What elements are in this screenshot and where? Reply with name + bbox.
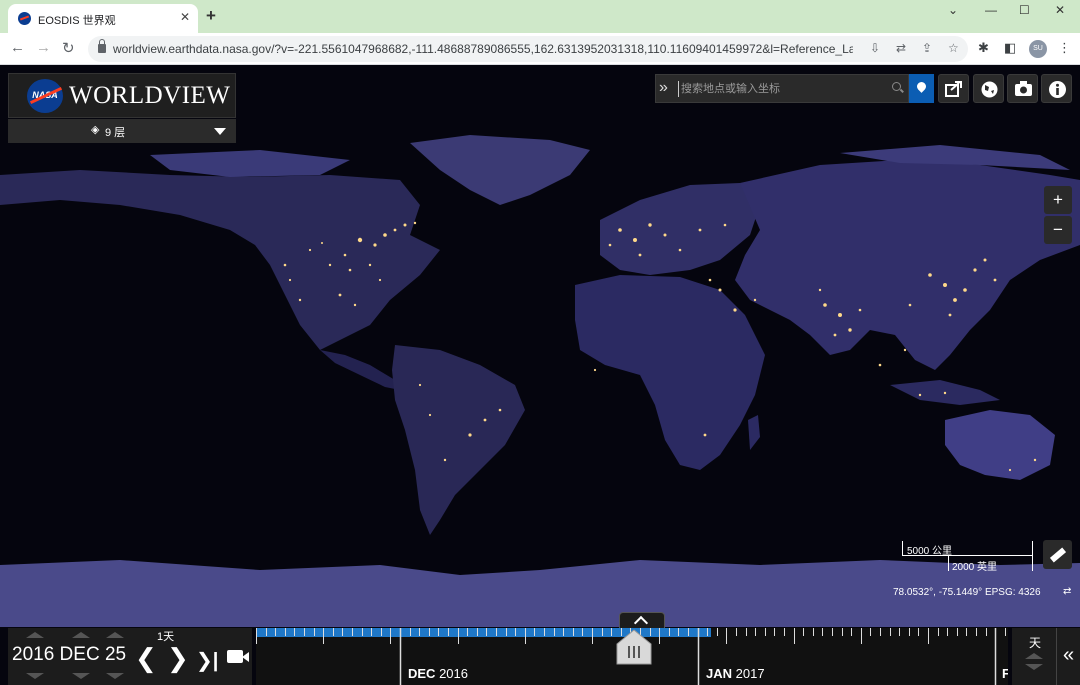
back-button[interactable]: ← [10, 39, 25, 56]
globe-icon [981, 81, 998, 98]
step-interval-label[interactable]: 1天 [157, 628, 174, 644]
worldview-header[interactable]: NASA WORLDVIEW [8, 73, 236, 118]
day-up-arrow[interactable] [106, 632, 124, 638]
month-label-dec-2016: DEC 2016 [408, 666, 468, 681]
skip-to-latest-button[interactable]: ❯| [196, 648, 218, 674]
next-day-button[interactable]: ❯ [167, 645, 189, 671]
previous-day-button[interactable]: ❮ [135, 645, 157, 671]
share-icon[interactable]: ⇪ [922, 41, 932, 55]
zoom-in-button[interactable]: + [1044, 186, 1072, 214]
video-camera-icon[interactable] [227, 650, 249, 663]
install-icon[interactable]: ⇩ [870, 41, 880, 55]
tab-title: EOSDIS 世界观 [38, 15, 116, 27]
year-down-arrow[interactable] [26, 673, 44, 679]
caret-down-icon [214, 128, 226, 135]
timeline-zoom-level[interactable]: 天 [1029, 634, 1041, 651]
extensions-icon[interactable]: ✱ [978, 40, 989, 56]
bookmark-star-icon[interactable]: ☆ [948, 41, 959, 55]
minimize-button[interactable]: — [985, 3, 997, 17]
scale-mi-bar: 2000 英里 [948, 556, 1033, 573]
projection-button[interactable] [973, 74, 1004, 103]
reload-button[interactable]: ↻ [62, 39, 75, 57]
side-panel-icon[interactable]: ◧ [1004, 40, 1016, 56]
browser-toolbar: ← → ↻ worldview.earthdata.nasa.gov/?v=-2… [0, 33, 1080, 65]
location-pin-button[interactable] [909, 74, 934, 103]
nasa-logo-text: NASA [32, 90, 58, 100]
current-date[interactable]: 2016 DEC 25 [12, 644, 126, 666]
tab-close-button[interactable]: ✕ [180, 10, 190, 24]
share-button[interactable] [938, 74, 969, 103]
menu-icon[interactable]: ⋮ [1058, 40, 1071, 56]
timeline-zoom-selector: 天 [1012, 628, 1056, 685]
scale-km-bar: 5000 公里 [902, 541, 1033, 557]
month-up-arrow[interactable] [72, 632, 90, 638]
worldview-app: NASA WORLDVIEW ◈ 9 层 » 搜索地点或输入坐标 + − 500… [0, 65, 1080, 685]
maximize-button[interactable]: ☐ [1019, 3, 1030, 17]
nasa-logo: NASA [27, 79, 63, 113]
search-icon[interactable] [892, 82, 901, 91]
month-label-jan-2017: JAN 2017 [706, 666, 765, 681]
coordinate-format-icon[interactable]: ⇄ [1063, 586, 1071, 597]
url-text[interactable]: worldview.earthdata.nasa.gov/?v=-221.556… [113, 42, 853, 56]
translate-icon[interactable]: ⇄ [896, 41, 906, 55]
year-up-arrow[interactable] [26, 632, 44, 638]
camera-icon [1015, 81, 1032, 96]
month-down-arrow[interactable] [72, 673, 90, 679]
info-icon [1049, 81, 1066, 98]
close-window-button[interactable]: ✕ [1055, 3, 1065, 17]
timeline-collapse-button[interactable]: « [1056, 628, 1080, 685]
layers-toggle[interactable]: ◈ 9 层 [8, 119, 236, 143]
zoom-level-up-arrow[interactable] [1025, 653, 1043, 659]
double-chevron-icon[interactable]: » [659, 79, 668, 97]
scale-km-label: 5000 公里 [907, 546, 953, 557]
zoom-level-down-arrow[interactable] [1025, 664, 1043, 670]
timeline-expand-button[interactable] [619, 612, 665, 628]
new-tab-button[interactable]: + [206, 6, 216, 26]
app-title: WORLDVIEW [69, 82, 231, 109]
nasa-favicon-icon [18, 12, 31, 25]
scale-bar: 5000 公里 2000 英里 [902, 541, 1033, 573]
lock-icon[interactable] [98, 39, 106, 53]
date-selector: 2016 DEC 25 1天 ❮ ❯ ❯| [8, 628, 252, 685]
measure-ruler-button[interactable] [1043, 540, 1072, 569]
month-label-feb: F [1002, 666, 1008, 681]
browser-tabbar: EOSDIS 世界观 ✕ + ⌄ — ☐ ✕ [0, 0, 1080, 33]
layers-icon: ◈ [91, 124, 100, 136]
search-input[interactable] [678, 81, 878, 97]
snapshot-button[interactable] [1007, 74, 1038, 103]
profile-avatar[interactable]: SU [1029, 40, 1047, 58]
search-box: » [655, 74, 909, 103]
browser-tab[interactable]: EOSDIS 世界观 ✕ [8, 4, 198, 33]
zoom-out-button[interactable]: − [1044, 216, 1072, 244]
day-down-arrow[interactable] [106, 673, 124, 679]
share-icon [945, 81, 962, 97]
timeline-date-handle[interactable] [616, 629, 652, 665]
layers-count: 9 层 [105, 127, 126, 139]
coordinates-readout[interactable]: 78.0532°, -75.1449° EPSG: 4326 [893, 587, 1041, 598]
scale-mi-label: 2000 英里 [952, 562, 998, 573]
forward-button[interactable]: → [36, 39, 51, 56]
address-bar[interactable]: worldview.earthdata.nasa.gov/?v=-221.556… [88, 36, 968, 62]
info-button[interactable] [1041, 74, 1072, 103]
chevron-down-icon[interactable]: ⌄ [948, 3, 958, 17]
